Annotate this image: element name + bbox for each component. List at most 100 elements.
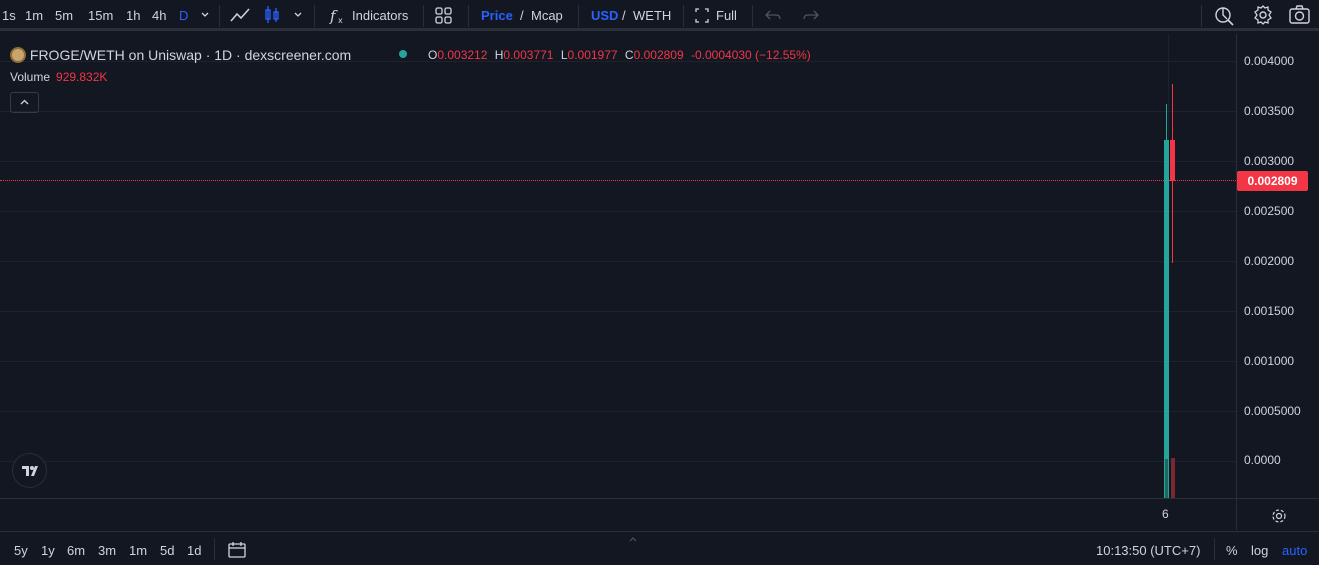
- symbol-legend: FROGE/WETH on Uniswap · 1D · dexscreener…: [10, 45, 351, 65]
- time-axis[interactable]: [0, 498, 1319, 530]
- grid-line: [0, 411, 1236, 412]
- bottom-toolbar: 5y 1y 6m 3m 1m 5d 1d 10:13:50 (UTC+7) % …: [0, 531, 1319, 565]
- toolbar-divider: [1214, 538, 1215, 560]
- toolbar-divider: [683, 5, 684, 27]
- svg-text:x: x: [338, 16, 343, 25]
- chart-pane[interactable]: [0, 34, 1236, 498]
- volume-value: 929.832K: [56, 70, 108, 84]
- interval-15m[interactable]: 15m: [88, 0, 113, 31]
- grid-line: [0, 211, 1236, 212]
- usd-weth-separator: /: [622, 8, 626, 23]
- chevron-down-icon[interactable]: [199, 0, 213, 31]
- grid-line: [0, 461, 1236, 462]
- range-3m[interactable]: 3m: [98, 532, 116, 565]
- svg-text:f: f: [329, 7, 338, 25]
- mcap-toggle[interactable]: Mcap: [531, 0, 563, 31]
- grid-line: [0, 261, 1236, 262]
- volume-bar-down: [1171, 458, 1175, 498]
- chevron-down-icon[interactable]: [292, 0, 306, 31]
- grid-line: [0, 161, 1236, 162]
- price-axis-label: 0.004000: [1244, 54, 1295, 68]
- chevron-up-icon[interactable]: [628, 529, 638, 542]
- grid-line: [0, 111, 1236, 112]
- replay-icon[interactable]: [1213, 0, 1235, 31]
- interval-5m[interactable]: 5m: [55, 0, 73, 31]
- redo-icon[interactable]: [802, 0, 820, 31]
- volume-legend: Volume 929.832K: [10, 70, 107, 84]
- toolbar-divider: [423, 5, 424, 27]
- undo-icon[interactable]: [764, 0, 782, 31]
- toolbar-divider: [468, 5, 469, 27]
- ohlc-close-value: 0.002809: [633, 48, 684, 62]
- log-scale-toggle[interactable]: log: [1251, 532, 1268, 565]
- goto-date-calendar-icon[interactable]: [227, 532, 247, 565]
- ohlc-values: O0.003212 H0.003771 L0.001977 C0.002809 …: [428, 47, 811, 63]
- interval-d[interactable]: D: [179, 0, 188, 31]
- ohlc-close-key: C: [624, 48, 634, 62]
- ohlc-low-value: 0.001977: [567, 48, 618, 62]
- toolbar-divider: [314, 5, 315, 27]
- collapse-legend-button[interactable]: [10, 92, 39, 113]
- full-button[interactable]: Full: [716, 0, 737, 31]
- range-1d[interactable]: 1d: [187, 532, 201, 565]
- volume-label: Volume: [10, 70, 51, 84]
- ohlc-open-value: 0.003212: [437, 48, 488, 62]
- range-1y[interactable]: 1y: [41, 532, 55, 565]
- toolbar-divider: [752, 5, 753, 27]
- price-axis-label: 0.003000: [1244, 154, 1295, 168]
- candles-icon[interactable]: [263, 0, 281, 31]
- interval-1s[interactable]: 1s: [2, 0, 16, 31]
- range-1m[interactable]: 1m: [129, 532, 147, 565]
- toolbar-divider: [1201, 5, 1202, 27]
- range-5y[interactable]: 5y: [14, 532, 28, 565]
- ohlc-high-value: 0.003771: [503, 48, 554, 62]
- price-mcap-separator: /: [520, 8, 524, 23]
- chevron-up-icon: [20, 99, 29, 105]
- candle-body-up[interactable]: [1164, 140, 1169, 498]
- price-axis-label: 0.002000: [1244, 254, 1295, 268]
- settings-gear-icon[interactable]: [1252, 0, 1274, 31]
- interval-1h[interactable]: 1h: [126, 0, 140, 31]
- candle-body-down[interactable]: [1170, 140, 1175, 181]
- interval-4h[interactable]: 4h: [152, 0, 166, 31]
- clock-timezone[interactable]: 10:13:50 (UTC+7): [1096, 532, 1200, 565]
- toolbar-divider: [214, 538, 215, 560]
- symbol-title[interactable]: FROGE/WETH on Uniswap · 1D · dexscreener…: [30, 47, 351, 63]
- ohlc-low-key: L: [560, 48, 568, 62]
- percent-scale-toggle[interactable]: %: [1226, 532, 1238, 565]
- usd-toggle[interactable]: USD: [591, 0, 618, 31]
- indicators-button[interactable]: Indicators: [352, 0, 408, 31]
- ohlc-open-key: O: [428, 48, 438, 62]
- price-axis-label: 0.002500: [1244, 204, 1295, 218]
- volume-bar-up: [1165, 459, 1168, 498]
- fullscreen-icon[interactable]: [694, 0, 710, 31]
- grid-line: [0, 361, 1236, 362]
- camera-icon[interactable]: [1288, 0, 1312, 31]
- price-axis-label: 0.003500: [1244, 104, 1295, 118]
- axis-settings-gear-icon[interactable]: [1270, 507, 1288, 525]
- tradingview-logo-icon[interactable]: [12, 453, 47, 488]
- indicators-fx-icon[interactable]: fx: [328, 0, 348, 31]
- layouts-grid-icon[interactable]: [434, 0, 454, 31]
- price-axis-label: 0.001500: [1244, 304, 1295, 318]
- top-toolbar: 1s 1m 5m 15m 1h 4h D fx Indicators Price…: [0, 0, 1319, 31]
- toolbar-divider: [219, 5, 220, 27]
- weth-toggle[interactable]: WETH: [633, 0, 671, 31]
- price-axis-label: 0.0005000: [1244, 404, 1301, 418]
- token-avatar: [10, 47, 26, 63]
- current-price-line: [0, 180, 1236, 181]
- price-toggle[interactable]: Price: [481, 0, 513, 31]
- time-axis-label: 6: [1162, 507, 1169, 521]
- range-6m[interactable]: 6m: [67, 532, 85, 565]
- ohlc-change-value: -0.0004030 (−12.55%): [691, 48, 811, 62]
- market-status-dot: [399, 50, 407, 58]
- price-axis-label: 0.001000: [1244, 354, 1295, 368]
- auto-scale-toggle[interactable]: auto: [1282, 532, 1307, 565]
- line-chart-icon[interactable]: [229, 0, 253, 31]
- current-price-tag: 0.002809: [1237, 171, 1308, 191]
- grid-line: [0, 311, 1236, 312]
- price-axis-label: 0.0000: [1244, 453, 1281, 467]
- range-5d[interactable]: 5d: [160, 532, 174, 565]
- interval-1m[interactable]: 1m: [25, 0, 43, 31]
- toolbar-divider: [578, 5, 579, 27]
